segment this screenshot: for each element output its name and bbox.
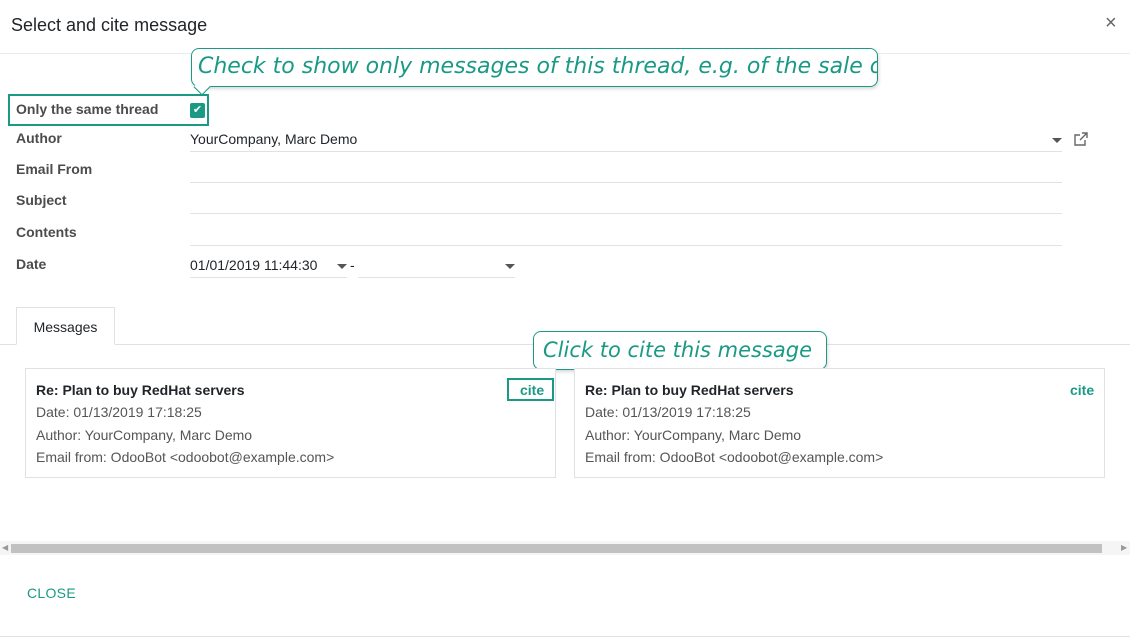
close-button[interactable]: CLOSE: [27, 585, 76, 601]
close-icon[interactable]: ×: [1105, 13, 1117, 33]
contents-input[interactable]: [190, 222, 1062, 246]
message-card: Re: Plan to buy RedHat servers cite Date…: [25, 368, 556, 478]
message-subject: Re: Plan to buy RedHat servers: [585, 382, 794, 398]
dialog-title: Select and cite message: [11, 15, 208, 35]
cite-button[interactable]: cite: [520, 382, 544, 398]
chevron-down-icon[interactable]: [1052, 138, 1062, 143]
date-from-caret-icon[interactable]: [337, 264, 347, 269]
date-from-value: 01/01/2019 11:44:30: [190, 257, 318, 273]
scrollbar-thumb[interactable]: [11, 544, 1102, 553]
scroll-left-icon[interactable]: ◀: [2, 543, 8, 552]
message-author: Author: YourCompany, Marc Demo: [585, 427, 802, 443]
author-label: Author: [16, 130, 62, 146]
subject-input[interactable]: [190, 190, 1062, 214]
scroll-right-icon[interactable]: ▶: [1121, 543, 1127, 552]
message-author: Author: YourCompany, Marc Demo: [36, 427, 253, 443]
tab-messages[interactable]: Messages: [16, 307, 115, 345]
author-value: YourCompany, Marc Demo: [190, 131, 358, 147]
horizontal-scrollbar[interactable]: ◀ ▶: [0, 541, 1130, 555]
cite-hint-text: Click to cite this message: [543, 338, 813, 362]
message-email-from: Email from: OdooBot <odoobot@example.com…: [36, 449, 335, 465]
email-from-label: Email From: [16, 161, 93, 177]
cite-hint-callout: Click to cite this message: [533, 331, 827, 370]
thread-hint-text: Check to show only messages of this thre…: [198, 54, 878, 79]
footer-divider: [0, 636, 1130, 637]
date-to-caret-icon[interactable]: [505, 264, 515, 269]
date-separator: -: [350, 257, 355, 273]
message-card: Re: Plan to buy RedHat servers cite Date…: [574, 368, 1105, 478]
message-date: Date: 01/13/2019 17:18:25: [585, 404, 751, 420]
cite-button[interactable]: cite: [1070, 382, 1094, 398]
message-date: Date: 01/13/2019 17:18:25: [36, 404, 202, 420]
external-link-icon[interactable]: [1073, 131, 1089, 147]
author-select[interactable]: YourCompany, Marc Demo: [190, 128, 1062, 152]
date-from-input[interactable]: 01/01/2019 11:44:30: [190, 254, 347, 278]
subject-label: Subject: [16, 192, 67, 208]
contents-label: Contents: [16, 224, 77, 240]
same-thread-checkbox[interactable]: ✔: [190, 103, 205, 118]
message-subject: Re: Plan to buy RedHat servers: [36, 382, 245, 398]
same-thread-label: Only the same thread: [16, 101, 159, 117]
date-to-input[interactable]: [358, 254, 515, 278]
date-label: Date: [16, 256, 47, 272]
message-email-from: Email from: OdooBot <odoobot@example.com…: [585, 449, 884, 465]
thread-hint-callout: Check to show only messages of this thre…: [191, 48, 878, 87]
email-from-input[interactable]: [190, 159, 1062, 183]
